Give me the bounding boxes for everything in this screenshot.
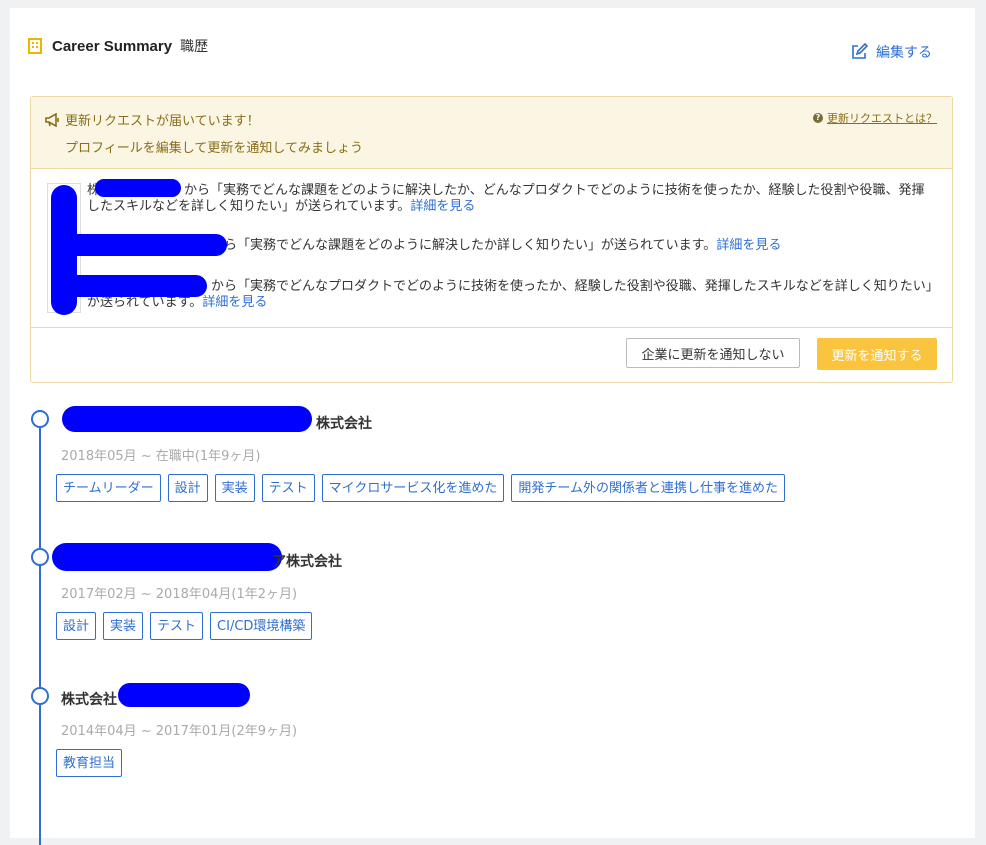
company-name: 株式会社: [316, 416, 372, 432]
edit-button[interactable]: 編集する: [850, 42, 932, 62]
notice-header: 更新リクエストが届いています！ プロフィールを編集して更新を通知してみましょう …: [31, 97, 952, 169]
redaction-mark: [62, 406, 312, 432]
do-not-notify-button[interactable]: 企業に更新を通知しない: [626, 338, 800, 368]
employment-period: 2017年02月 ~ 2018年04月(1年2ヶ月): [61, 587, 298, 602]
skill-tag: 開発チーム外の関係者と連携し仕事を進めた: [511, 474, 786, 502]
employment-period: 2018年05月 ~ 在職中(1年9ヶ月): [61, 449, 261, 464]
what-is-request-link[interactable]: ? 更新リクエストとは？: [813, 110, 937, 126]
request-text: から「実務でどんな課題をどのように解決したか、どんなプロダクトでどのように技術を…: [87, 183, 925, 214]
timeline-dot: [31, 687, 49, 705]
skill-tags: 設計 実装 テスト CI/CD環境構築: [56, 612, 319, 640]
career-summary-card: Career Summary 職歴 編集する 更新リクエストが届いています！ プ…: [10, 8, 975, 845]
skill-tag: 設計: [167, 474, 208, 502]
timeline-dot: [31, 410, 49, 428]
section-title-ja: 職歴: [180, 39, 209, 55]
timeline-dot: [31, 548, 49, 566]
question-icon: ?: [813, 113, 823, 123]
skill-tag: 教育担当: [56, 749, 123, 777]
redaction-mark: [57, 234, 227, 256]
notify-update-button[interactable]: 更新を通知する: [817, 338, 937, 370]
company-name: ア株式会社: [272, 554, 342, 570]
skill-tags: チームリーダー 設計 実装 テスト マイクロサービス化を進めた 開発チーム外の関…: [56, 474, 792, 502]
skill-tag: CI/CD環境構築: [210, 612, 313, 640]
notice-footer: [31, 327, 952, 328]
section-title: Career Summary: [52, 37, 173, 55]
edit-icon: [852, 43, 868, 59]
redaction-mark: [95, 179, 181, 197]
timeline-line: [39, 425, 41, 845]
notice-title: 更新リクエストが届いています！: [65, 114, 260, 129]
skill-tag: テスト: [150, 612, 204, 640]
redaction-mark: [57, 275, 207, 297]
company-name: 株式会社: [61, 692, 117, 708]
request-item: 株から「実務でどんな課題をどのように解決したか、どんなプロダクトでどのように技術…: [87, 183, 937, 215]
request-detail-link[interactable]: 詳細を見る: [410, 199, 475, 214]
update-request-notice: 更新リクエストが届いています！ プロフィールを編集して更新を通知してみましょう …: [30, 96, 953, 383]
what-is-request-label: 更新リクエストとは？: [827, 112, 937, 125]
notice-title-row: 更新リクエストが届いています！: [45, 110, 260, 129]
redaction-mark: [118, 683, 250, 707]
section-header: Career Summary 職歴: [28, 36, 208, 56]
skill-tag: マイクロサービス化を進めた: [321, 474, 505, 502]
request-item: から「実務でどんなプロダクトでどのように技術を使ったか、経験した役割や役職、発揮…: [87, 279, 937, 311]
request-text: から「実務でどんな課題をどのように解決したか詳しく知りたい」が送られています。: [211, 238, 717, 253]
skill-tag: 設計: [56, 612, 97, 640]
request-detail-link[interactable]: 詳細を見る: [202, 295, 267, 310]
megaphone-icon: [45, 112, 59, 127]
edit-label: 編集する: [876, 45, 932, 61]
skill-tag: 実装: [103, 612, 144, 640]
request-detail-link[interactable]: 詳細を見る: [716, 238, 781, 253]
skill-tag: チームリーダー: [56, 474, 161, 502]
skill-tag: 実装: [214, 474, 255, 502]
employment-period: 2014年04月 ~ 2017年01月(2年9ヶ月): [61, 724, 298, 739]
skill-tag: テスト: [261, 474, 315, 502]
notice-subtitle: プロフィールを編集して更新を通知してみましょう: [65, 141, 363, 156]
redaction-mark: [52, 543, 282, 571]
building-icon: [28, 38, 42, 54]
skill-tags: 教育担当: [56, 749, 129, 777]
